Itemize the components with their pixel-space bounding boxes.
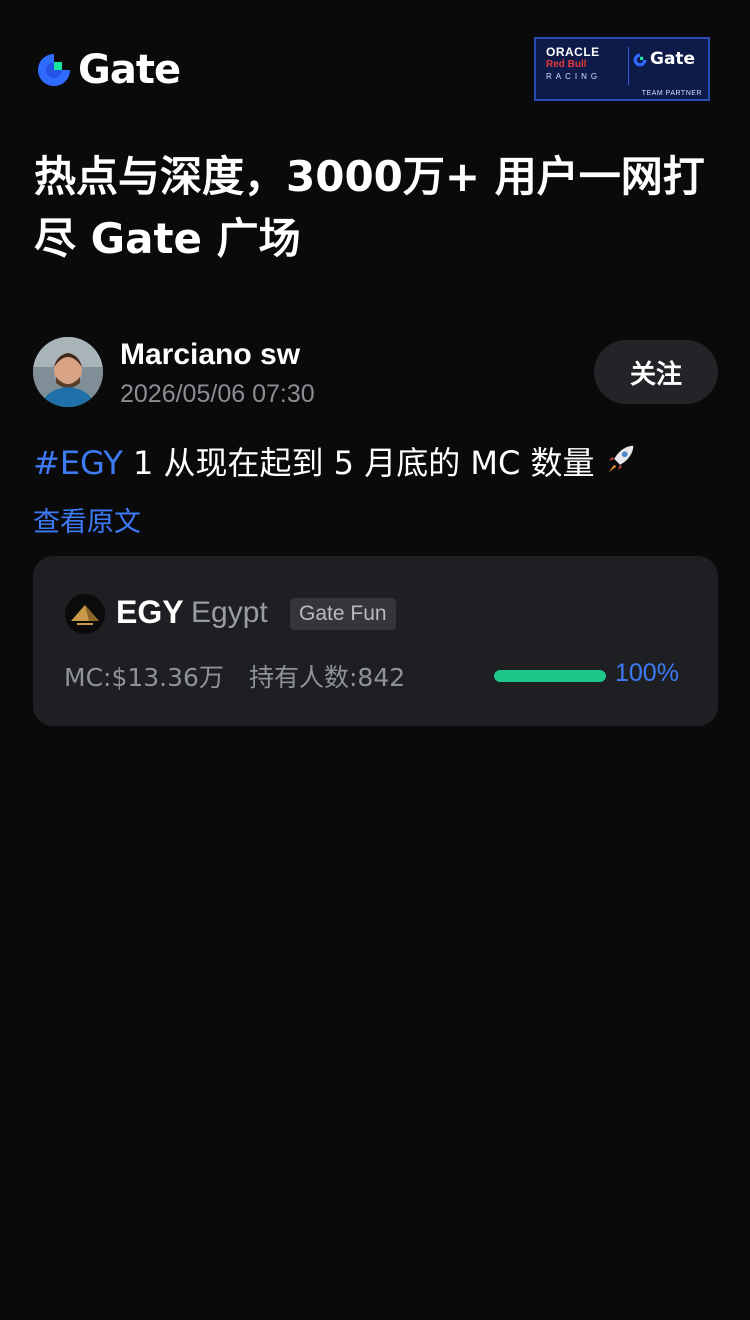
page-headline: 热点与深度，3000万+ 用户一网打尽 Gate 广场 [34,152,705,263]
token-platform-tag: Gate Fun [290,598,396,630]
gate-logo-icon [38,54,70,86]
gate-small-icon [633,53,647,66]
team-partner-badge[interactable]: ORACLE Red Bull RACING Gate TEAM PARTNER [534,37,710,101]
redbull-text: Red Bull [546,59,587,70]
progress-bar [494,670,606,682]
progress-percent: 100% [615,659,679,687]
badge-gate-logo: Gate [632,51,695,68]
post-content: #EGY 1 从现在起到 5 月底的 MC 数量 [33,438,639,484]
badge-divider [628,47,629,85]
token-symbol: EGY [116,594,184,630]
oracle-text: ORACLE [546,45,600,59]
token-market-cap: MC:$13.36万 [64,663,224,692]
rocket-icon [608,445,633,473]
logo-text: Gate [78,47,181,93]
racing-text: RACING [546,72,602,81]
view-original-link[interactable]: 查看原文 [33,500,141,539]
header: Gate ORACLE Red Bull RACING Gate TEAM PA… [0,0,750,140]
avatar-image [33,337,103,407]
team-partner-text: TEAM PARTNER [641,90,702,97]
author-name[interactable]: Marciano sw [120,338,300,372]
post-timestamp: 2026/05/06 07:30 [120,380,315,408]
follow-button[interactable]: 关注 [594,340,718,404]
progress-fill [494,670,606,682]
gate-logo[interactable]: Gate [34,47,181,93]
hashtag-link[interactable]: #EGY [33,444,123,482]
token-name: Egypt [191,596,268,629]
post-body-text: 1 从现在起到 5 月底的 MC 数量 [122,444,595,482]
badge-gate-text: Gate [650,49,696,69]
avatar[interactable] [33,337,103,407]
egy-token-icon [65,594,105,634]
token-holders: 持有人数:842 [249,663,406,692]
token-card[interactable]: EGY Egypt Gate Fun MC:$13.36万 持有人数:842 1… [33,556,718,726]
